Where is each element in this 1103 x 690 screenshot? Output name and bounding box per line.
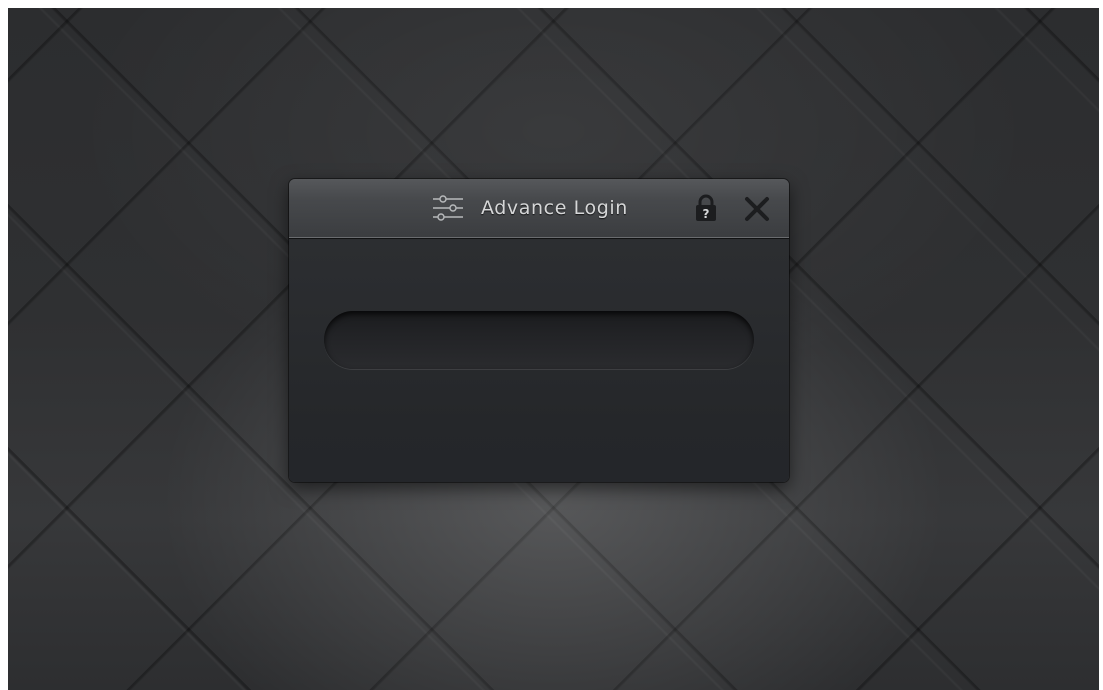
sliders-icon	[433, 195, 463, 221]
login-input[interactable]	[324, 311, 754, 369]
dialog-title-group: Advance Login	[431, 193, 628, 223]
close-button[interactable]	[744, 196, 770, 222]
dialog-title: Advance Login	[481, 197, 628, 219]
advance-login-dialog: Advance Login ?	[289, 179, 789, 482]
close-icon	[745, 197, 769, 221]
lock-help-button[interactable]: ?	[694, 194, 718, 222]
dialog-body	[289, 238, 789, 482]
desktop-background: Advance Login ?	[8, 8, 1099, 690]
lock-badge: ?	[703, 207, 710, 221]
dialog-titlebar: Advance Login ?	[289, 179, 789, 238]
lock-help-icon: ?	[696, 194, 716, 221]
